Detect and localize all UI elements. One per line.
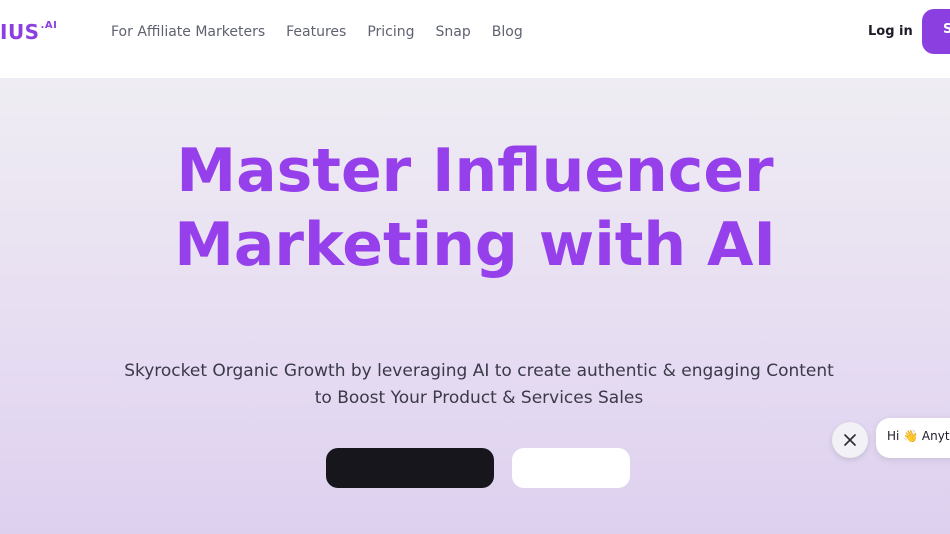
subtitle-line-1: Skyrocket Organic Growth by leveraging A… xyxy=(124,361,834,381)
hero-headline: Master Influencer Marketing with AI xyxy=(0,134,950,282)
signup-button[interactable]: S xyxy=(922,9,950,54)
chat-close-button[interactable] xyxy=(832,422,868,458)
close-icon xyxy=(844,434,856,446)
secondary-cta-button[interactable] xyxy=(512,448,630,488)
nav-for-affiliate-marketers[interactable]: For Affiliate Marketers xyxy=(111,24,265,40)
main-nav: For Affiliate Marketers Features Pricing… xyxy=(111,24,544,40)
logo[interactable]: IUS.AI xyxy=(0,20,57,44)
site-header: IUS.AI For Affiliate Marketers Features … xyxy=(0,0,950,78)
nav-pricing[interactable]: Pricing xyxy=(367,24,414,40)
chat-greeting-bubble[interactable]: Hi 👋 Anyt xyxy=(876,418,950,458)
primary-cta-button[interactable] xyxy=(326,448,494,488)
headline-line-2: Marketing with AI xyxy=(174,210,776,280)
nav-snap[interactable]: Snap xyxy=(436,24,471,40)
headline-line-1: Master Influencer xyxy=(176,136,774,206)
login-link[interactable]: Log in xyxy=(868,24,913,39)
logo-text: IUS xyxy=(0,20,40,44)
subtitle-line-2: to Boost Your Product & Services Sales xyxy=(314,388,644,408)
nav-blog[interactable]: Blog xyxy=(492,24,523,40)
nav-features[interactable]: Features xyxy=(286,24,346,40)
logo-suffix: .AI xyxy=(40,20,58,32)
hero-subtitle: Skyrocket Organic Growth by leveraging A… xyxy=(90,358,868,412)
